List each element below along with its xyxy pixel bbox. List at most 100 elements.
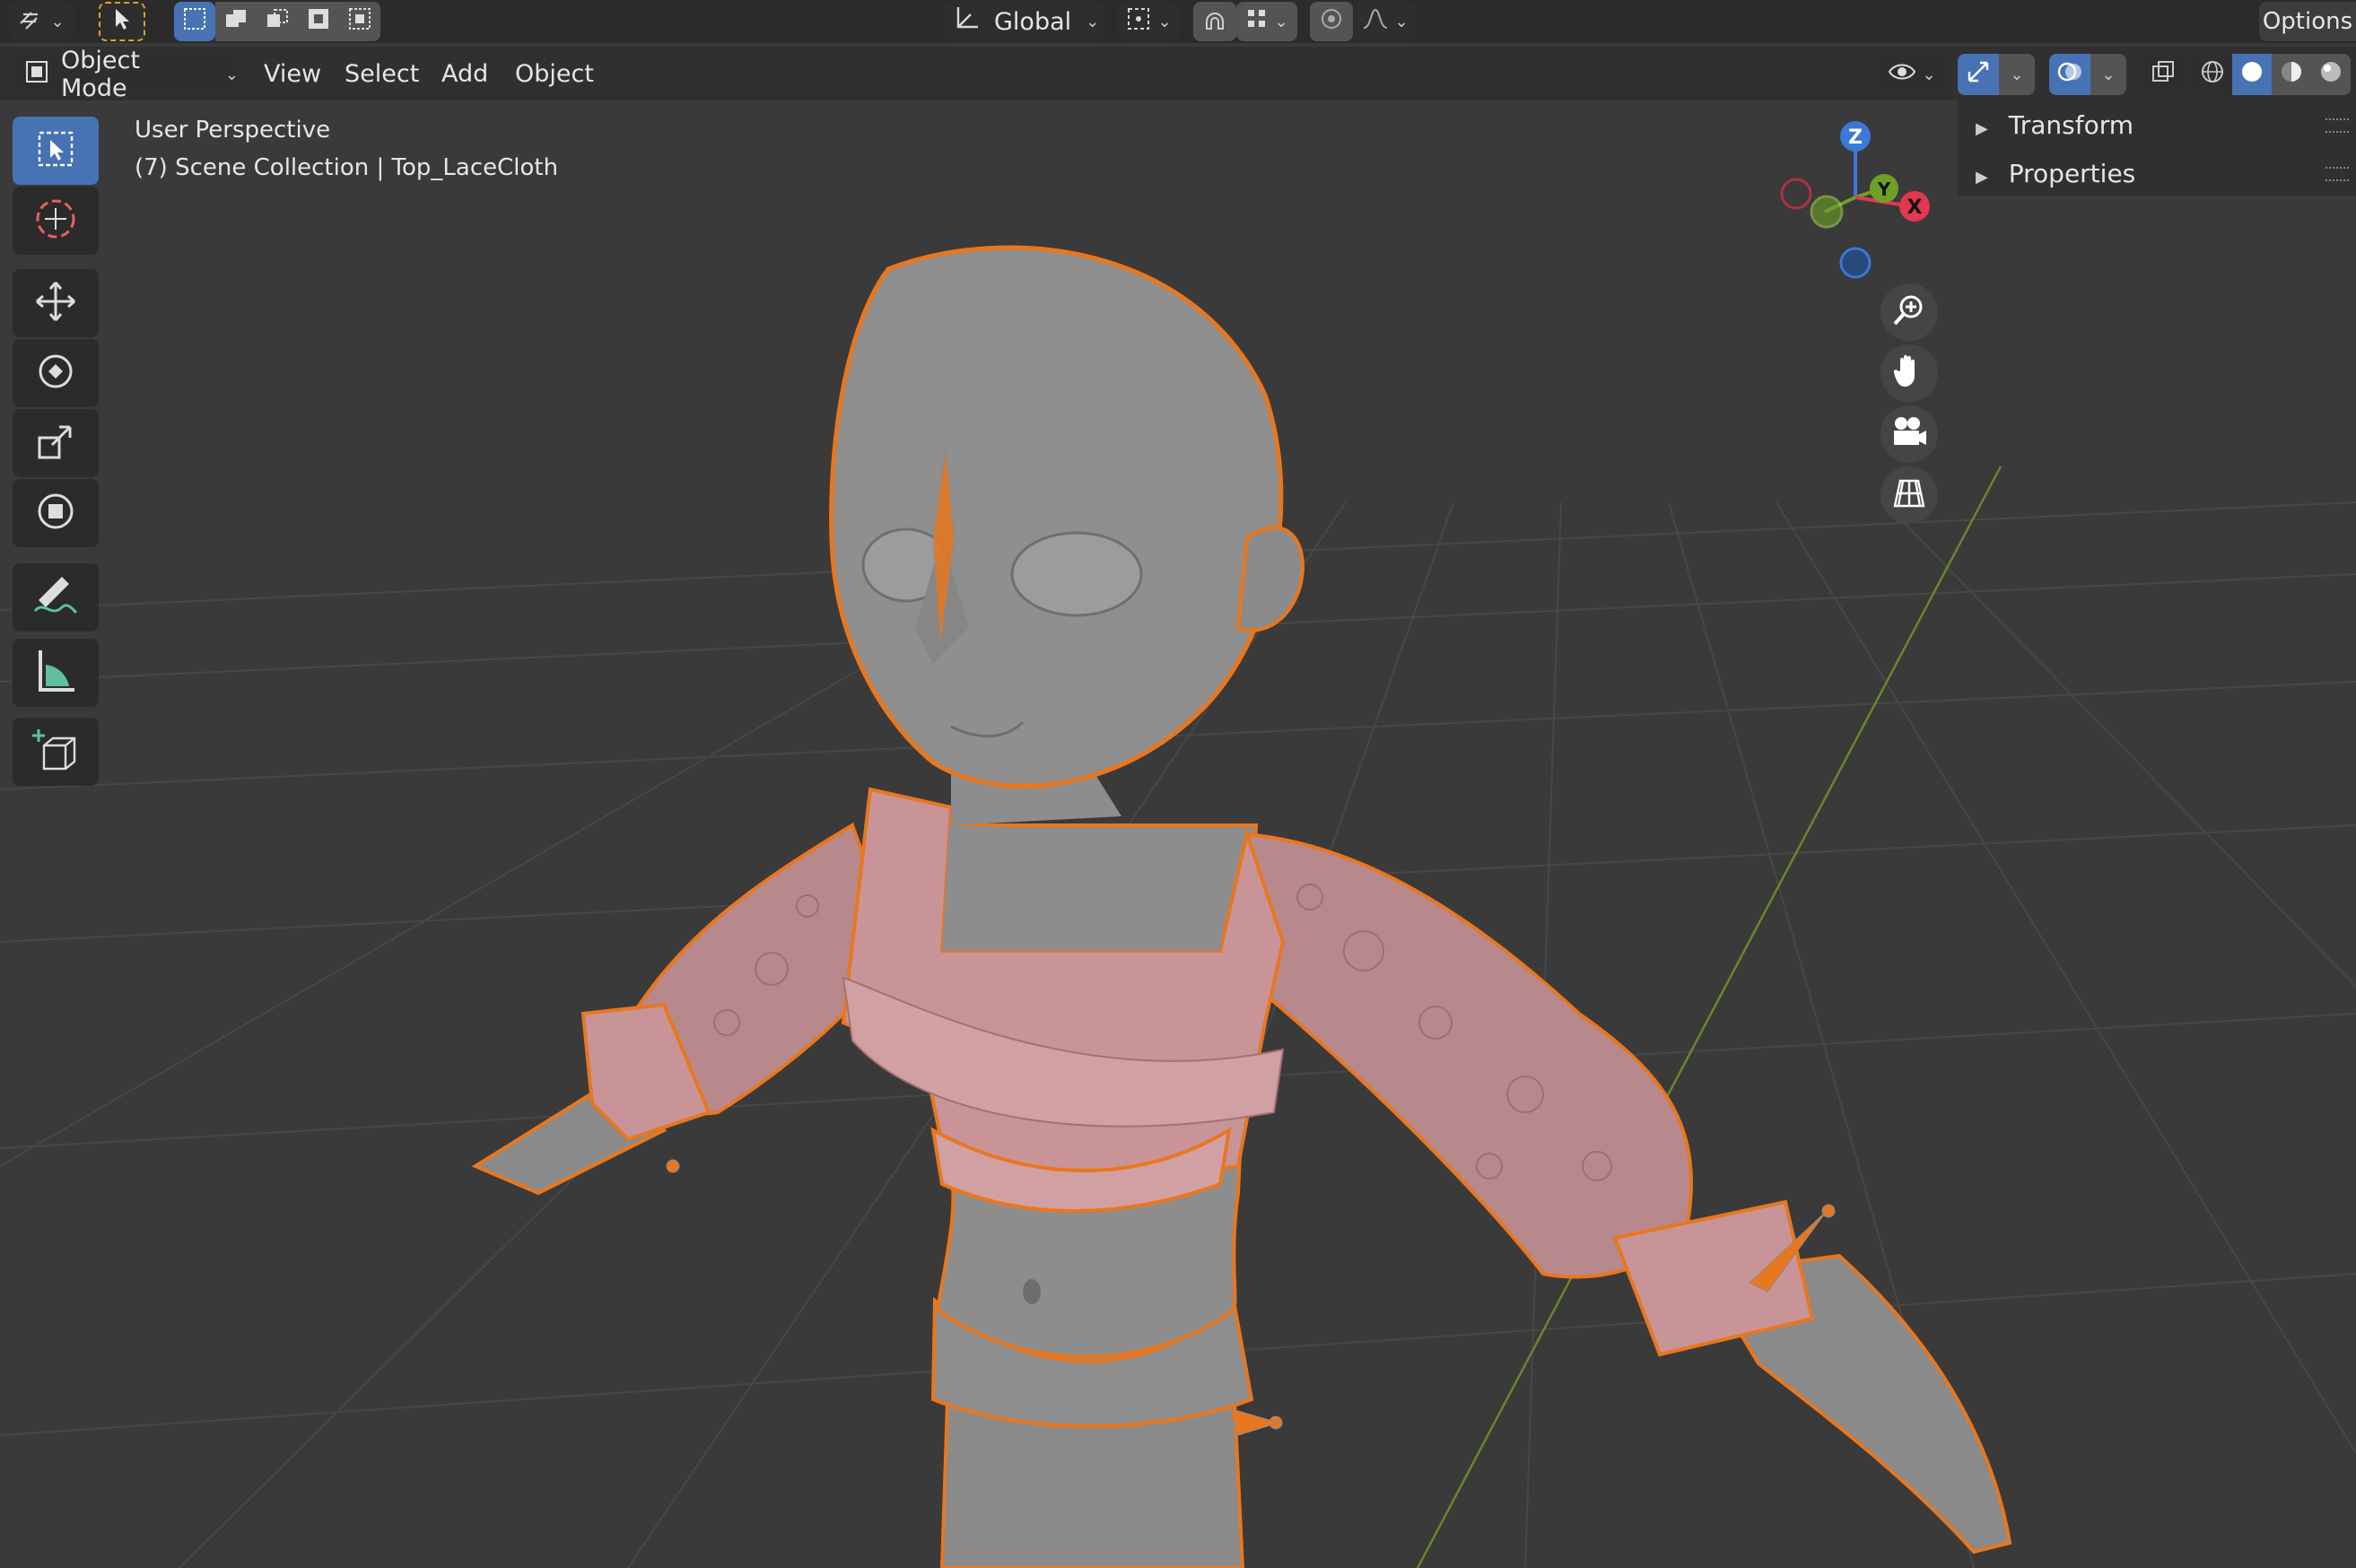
drag-handle-icon[interactable]	[2325, 167, 2349, 181]
material-sphere-icon	[2279, 59, 2304, 90]
select-invert-button[interactable]	[298, 2, 339, 41]
tool-cursor[interactable]	[13, 187, 99, 255]
select-invert-icon	[306, 6, 331, 37]
falloff-dropdown[interactable]: ⌄	[1355, 2, 1416, 41]
ortho-toggle-button[interactable]	[1880, 466, 1938, 524]
select-new-icon	[182, 6, 207, 37]
chevron-down-icon: ⌄	[50, 12, 65, 31]
rotate-icon	[33, 349, 78, 397]
eye-icon	[1888, 60, 1916, 89]
gizmo-arrows-icon	[1965, 58, 1992, 91]
tool-move[interactable]	[13, 269, 99, 337]
gizmo-x-label: X	[1907, 196, 1923, 219]
transform-orientation-dropdown[interactable]: Global ⌄	[944, 2, 1105, 41]
navigation-gizmo[interactable]: Z Y X	[1767, 117, 1947, 287]
select-intersect-icon	[347, 6, 372, 37]
xray-toggle[interactable]	[2142, 54, 2184, 95]
perspective-grid-icon	[1891, 475, 1927, 515]
menu-select[interactable]: Select	[332, 54, 432, 95]
cursor-arrow-icon	[112, 7, 132, 36]
tool-scale[interactable]	[13, 409, 99, 477]
zoom-button[interactable]	[1880, 283, 1938, 341]
orientation-label: Global	[994, 7, 1072, 36]
chevron-down-icon: ⌄	[1157, 12, 1172, 31]
solid-sphere-icon	[2239, 59, 2264, 90]
visibility-dropdown[interactable]: ⌄	[1880, 54, 1943, 95]
transform-icon	[33, 489, 78, 537]
select-extend-icon	[223, 6, 249, 37]
mode-label: Object Mode	[61, 47, 140, 102]
menu-add[interactable]: Add	[429, 54, 501, 95]
scale-icon	[34, 420, 77, 466]
chevron-down-icon: ⌄	[1086, 12, 1100, 31]
shading-solid-button[interactable]	[2232, 54, 2272, 95]
hand-icon	[1891, 353, 1927, 394]
editor-type-button[interactable]: ⌄	[9, 2, 74, 41]
tool-rotate[interactable]	[13, 339, 99, 407]
right-eye	[1010, 531, 1143, 617]
panel-transform[interactable]: ▶ Transform	[1976, 102, 2133, 149]
axis-neg-y-icon	[1810, 195, 1844, 229]
rendered-sphere-icon	[2318, 59, 2343, 90]
select-subtract-button[interactable]	[257, 2, 298, 41]
shading-wireframe-button[interactable]	[2193, 54, 2232, 95]
gizmo-toggle[interactable]	[1958, 54, 1999, 95]
pencil-icon	[31, 573, 80, 622]
camera-view-button[interactable]	[1880, 405, 1938, 463]
tool-annotate[interactable]	[13, 563, 99, 632]
gizmo-y-label: Y	[1877, 179, 1891, 200]
zoom-magnifier-icon	[1891, 292, 1927, 332]
tool-transform[interactable]	[13, 479, 99, 547]
orientation-axes-icon	[951, 4, 982, 39]
tool-select-box[interactable]	[13, 117, 99, 185]
panel-properties[interactable]: ▶ Properties	[1976, 151, 2135, 197]
snap-grid-icon	[1245, 7, 1269, 36]
chevron-down-icon: ⌄	[2101, 65, 2116, 84]
tool-measure[interactable]	[13, 639, 99, 707]
select-extend-button[interactable]	[215, 2, 257, 41]
tool-add-cube[interactable]	[13, 718, 99, 786]
chevron-down-icon: ⌄	[1922, 65, 1936, 84]
wireframe-sphere-icon	[2200, 59, 2225, 90]
pivot-icon	[1125, 5, 1152, 38]
proportional-edit-toggle[interactable]	[1310, 2, 1353, 41]
chevron-down-icon: ⌄	[1274, 12, 1288, 31]
select-intersect-button[interactable]	[339, 2, 380, 41]
xray-icon	[2151, 59, 2176, 90]
camera-icon	[1890, 414, 1928, 454]
head	[829, 245, 1284, 788]
select-subtract-icon	[265, 6, 290, 37]
menu-object[interactable]: Object	[502, 54, 606, 95]
view-name-label: User Perspective	[135, 117, 331, 144]
editor-type-icon	[18, 5, 45, 38]
select-mode-button[interactable]	[99, 2, 145, 41]
add-cube-icon	[31, 726, 80, 778]
magnet-icon	[1201, 5, 1228, 38]
shading-material-button[interactable]	[2272, 54, 2311, 95]
pivot-point-dropdown[interactable]: ⌄	[1118, 2, 1179, 41]
options-dropdown[interactable]: Options	[2259, 2, 2356, 41]
snap-toggle[interactable]	[1193, 2, 1236, 41]
chevron-down-icon: ⌄	[1394, 12, 1409, 31]
gizmo-z-label: Z	[1848, 126, 1863, 149]
axis-neg-x-icon	[1780, 178, 1812, 210]
panel-transform-label: Transform	[2008, 110, 2134, 140]
drag-handle-icon[interactable]	[2325, 118, 2349, 133]
shading-rendered-button[interactable]	[2311, 54, 2351, 95]
overlays-toggle[interactable]	[2049, 54, 2090, 95]
gizmo-dropdown[interactable]: ⌄	[1999, 54, 2035, 95]
overlays-dropdown[interactable]: ⌄	[2090, 54, 2126, 95]
move-arrows-icon	[33, 279, 78, 327]
proportional-edit-icon	[1319, 6, 1344, 37]
pan-button[interactable]	[1880, 344, 1938, 402]
mode-selector-dropdown[interactable]: Object Mode ⌄	[14, 47, 239, 102]
3d-cursor-icon	[33, 196, 78, 245]
menu-view[interactable]: View	[251, 54, 334, 95]
snap-target-dropdown[interactable]: ⌄	[1236, 2, 1297, 41]
viewport-scene[interactable]	[0, 100, 2356, 1568]
select-new-button[interactable]	[174, 2, 215, 41]
falloff-curve-icon	[1362, 6, 1389, 37]
collection-info-label: (7) Scene Collection | Top_LaceCloth	[135, 154, 559, 181]
ruler-icon	[33, 647, 78, 699]
neck-gap	[942, 825, 1238, 951]
